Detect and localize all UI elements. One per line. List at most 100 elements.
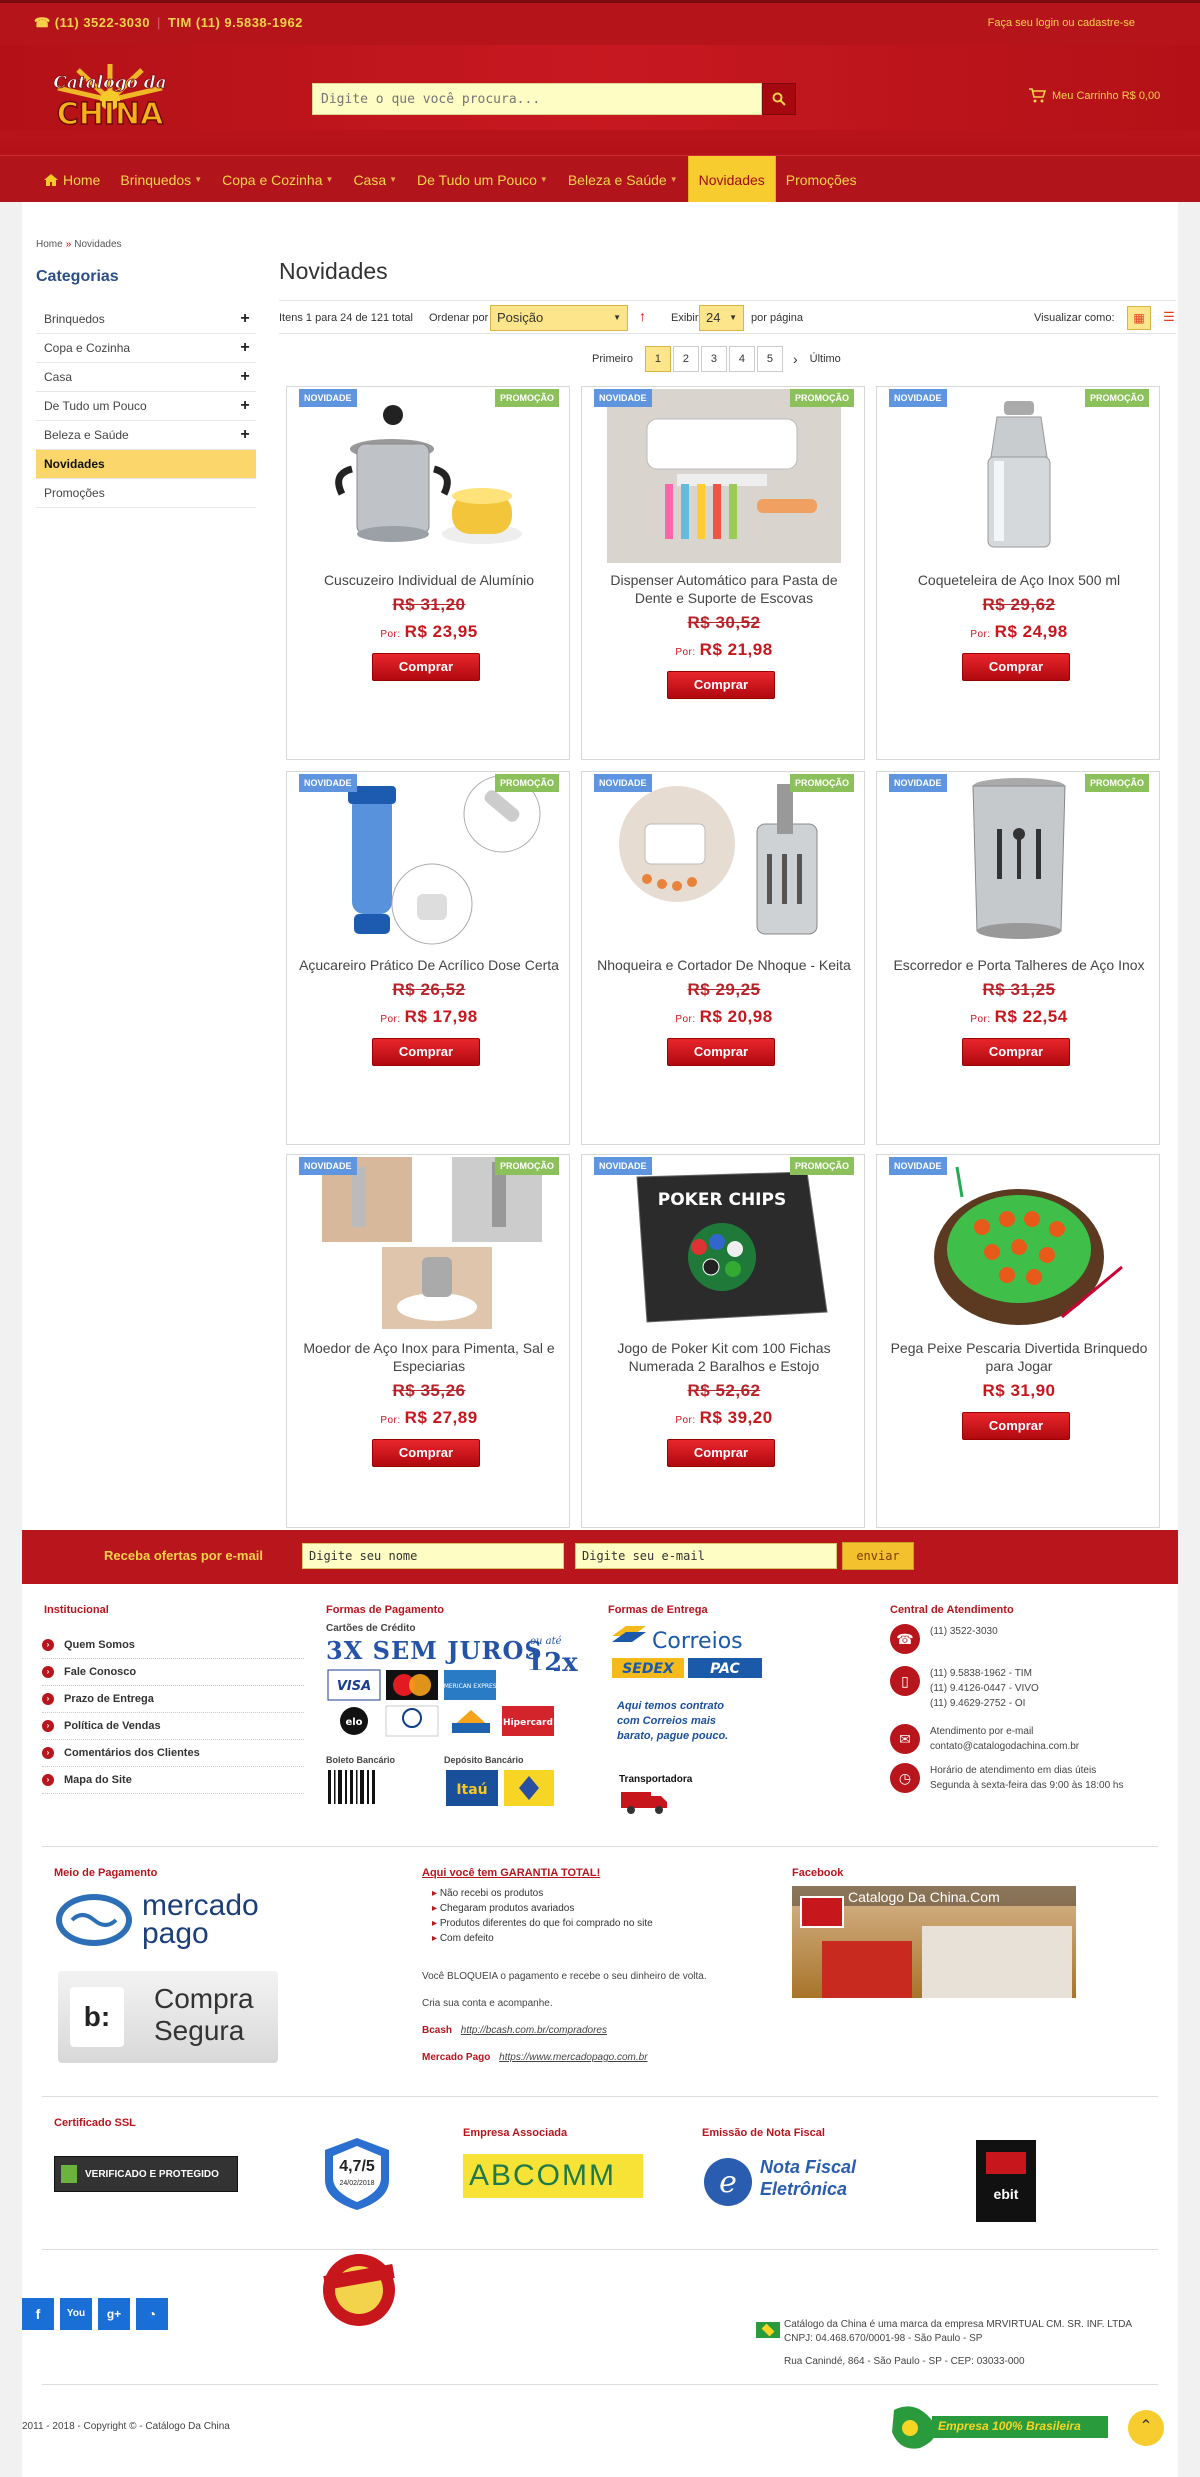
product-card[interactable]: NOVIDADE PROMOÇÃO Nhoqueira e Cortador D… bbox=[581, 771, 865, 1145]
product-name[interactable]: Coqueteleira de Aço Inox 500 ml bbox=[887, 571, 1151, 589]
sidebar-item-brinquedos[interactable]: Brinquedos + bbox=[36, 305, 256, 334]
product-card[interactable]: NOVIDADE PROMOÇÃO Dispenser Automático p… bbox=[581, 386, 865, 760]
product-name[interactable]: Moedor de Aço Inox para Pimenta, Sal e E… bbox=[297, 1339, 561, 1375]
ssl-badge[interactable]: VERIFICADO E PROTEGIDO bbox=[54, 2156, 238, 2192]
newsletter-name-input[interactable]: Digite seu nome bbox=[302, 1543, 564, 1569]
pager-first[interactable]: Primeiro bbox=[592, 353, 633, 365]
nav-copa-cozinha[interactable]: Copa e Cozinha ▼ bbox=[212, 156, 343, 203]
breadcrumb-home[interactable]: Home bbox=[36, 239, 63, 250]
nav-de-tudo[interactable]: De Tudo um Pouco ▼ bbox=[407, 156, 558, 203]
sidebar-item-promocoes[interactable]: Promoções bbox=[36, 479, 256, 508]
sidebar-item-copa[interactable]: Copa e Cozinha + bbox=[36, 334, 256, 363]
product-name[interactable]: Jogo de Poker Kit com 100 Fichas Numerad… bbox=[592, 1339, 856, 1375]
sidebar-item-casa[interactable]: Casa + bbox=[36, 363, 256, 392]
footer-link[interactable]: › Prazo de Entrega bbox=[42, 1686, 304, 1713]
pager-page[interactable]: 1 bbox=[644, 346, 671, 372]
loja-confiavel-badge[interactable]: 4,7/5 24/02/2018 bbox=[320, 2136, 394, 2212]
sort-direction-icon[interactable]: ↑ bbox=[639, 308, 646, 324]
buy-button[interactable]: Comprar bbox=[372, 1038, 480, 1066]
mercadopago-logo[interactable]: mercado pago bbox=[54, 1890, 278, 1950]
pager-next-icon[interactable]: › bbox=[793, 351, 798, 367]
facebook-widget[interactable]: Catalogo Da China.Com bbox=[792, 1886, 1076, 1998]
product-card[interactable]: NOVIDADE PROMOÇÃO Açucareiro Prático De … bbox=[286, 771, 570, 1145]
nfe-logo[interactable]: e Nota Fiscal Eletrônica bbox=[702, 2150, 886, 2208]
product-image[interactable] bbox=[607, 389, 841, 563]
product-card[interactable]: NOVIDADE PROMOÇÃO Moedor de Aço Inox par… bbox=[286, 1154, 570, 1528]
cart-link[interactable]: Meu Carrinho R$ 0,00 bbox=[1028, 88, 1160, 103]
product-image[interactable] bbox=[902, 389, 1136, 563]
product-image[interactable] bbox=[902, 774, 1136, 948]
buy-button[interactable]: Comprar bbox=[667, 1038, 775, 1066]
footer-link[interactable]: › Fale Conosco bbox=[42, 1659, 304, 1686]
product-name[interactable]: Dispenser Automático para Pasta de Dente… bbox=[592, 571, 856, 607]
buy-button[interactable]: Comprar bbox=[667, 671, 775, 699]
compra-segura-logo[interactable]: b: Compra Segura bbox=[58, 1971, 278, 2063]
product-name[interactable]: Açucareiro Prático De Acrílico Dose Cert… bbox=[297, 956, 561, 974]
buy-button[interactable]: Comprar bbox=[667, 1439, 775, 1467]
list-view-icon[interactable]: ☰ bbox=[1157, 306, 1181, 330]
sidebar-item-beleza[interactable]: Beleza e Saúde + bbox=[36, 421, 256, 450]
mp-link[interactable]: https://www.mercadopago.com.br bbox=[499, 2052, 647, 2063]
help-email[interactable]: contato@catalogodachina.com.br bbox=[930, 1739, 1079, 1754]
youtube-icon[interactable]: You bbox=[60, 2298, 92, 2330]
pager-page[interactable]: 5 bbox=[756, 346, 783, 372]
product-name[interactable]: Pega Peixe Pescaria Divertida Brinquedo … bbox=[887, 1339, 1151, 1375]
nav-brinquedos[interactable]: Brinquedos ▼ bbox=[110, 156, 212, 203]
pager-page[interactable]: 3 bbox=[700, 346, 727, 372]
plus-icon[interactable]: + bbox=[234, 368, 256, 386]
buy-button[interactable]: Comprar bbox=[962, 1038, 1070, 1066]
footer-link[interactable]: › Mapa do Site bbox=[42, 1767, 304, 1794]
footer-link[interactable]: › Política de Vendas bbox=[42, 1713, 304, 1740]
abcomm-logo[interactable]: ABCOMM bbox=[463, 2154, 643, 2198]
product-card[interactable]: POKER CHIPS NOVIDADE PROMOÇÃO Jogo de Po… bbox=[581, 1154, 865, 1528]
search-button[interactable] bbox=[762, 83, 796, 115]
nav-novidades[interactable]: Novidades bbox=[687, 156, 776, 203]
buy-button[interactable]: Comprar bbox=[372, 1439, 480, 1467]
sidebar-item-novidades[interactable]: Novidades bbox=[36, 450, 256, 479]
facebook-icon[interactable]: f bbox=[22, 2298, 54, 2330]
limit-select[interactable]: 24 ▼ bbox=[699, 305, 744, 331]
product-image[interactable] bbox=[607, 774, 841, 948]
order-select[interactable]: Posição ▼ bbox=[490, 305, 628, 331]
nav-promocoes[interactable]: Promoções bbox=[776, 156, 867, 203]
product-card[interactable]: NOVIDADE PROMOÇÃO Cuscuzeiro Individual … bbox=[286, 386, 570, 760]
rss-icon[interactable]: ◔ bbox=[136, 2298, 168, 2330]
product-image[interactable] bbox=[312, 774, 546, 948]
nav-beleza[interactable]: Beleza e Saúde ▼ bbox=[558, 156, 688, 203]
search-box[interactable] bbox=[312, 83, 762, 115]
product-image[interactable] bbox=[312, 389, 546, 563]
bcash-link[interactable]: http://bcash.com.br/compradores bbox=[461, 2025, 607, 2036]
footer-link[interactable]: › Comentários dos Clientes bbox=[42, 1740, 304, 1767]
grid-view-icon[interactable]: ▦ bbox=[1127, 306, 1151, 330]
newsletter-email-input[interactable]: Digite seu e-mail bbox=[575, 1543, 837, 1569]
ebit-badge[interactable]: ebit bbox=[976, 2140, 1036, 2222]
buy-button[interactable]: Comprar bbox=[372, 653, 480, 681]
product-image[interactable]: POKER CHIPS bbox=[607, 1157, 841, 1331]
search-input[interactable] bbox=[313, 84, 761, 114]
buy-button[interactable]: Comprar bbox=[962, 1412, 1070, 1440]
product-image[interactable] bbox=[902, 1157, 1136, 1331]
footer-link[interactable]: › Quem Somos bbox=[42, 1632, 304, 1659]
google-plus-icon[interactable]: g+ bbox=[98, 2298, 130, 2330]
product-card[interactable]: NOVIDADE Pega Peixe Pescaria Divertida B… bbox=[876, 1154, 1160, 1528]
plus-icon[interactable]: + bbox=[234, 310, 256, 328]
pager-page[interactable]: 2 bbox=[672, 346, 699, 372]
product-name[interactable]: Escorredor e Porta Talheres de Aço Inox bbox=[887, 956, 1151, 974]
newsletter-submit-button[interactable]: enviar bbox=[842, 1542, 914, 1570]
login-link[interactable]: Faça seu login ou cadastre-se bbox=[988, 17, 1135, 29]
product-name[interactable]: Nhoqueira e Cortador De Nhoque - Keita bbox=[592, 956, 856, 974]
nav-casa[interactable]: Casa ▼ bbox=[343, 156, 407, 203]
site-logo[interactable]: Catalogo da CHINA bbox=[38, 60, 183, 132]
plus-icon[interactable]: + bbox=[234, 397, 256, 415]
pager-last[interactable]: Último bbox=[810, 353, 841, 365]
sidebar-item-de-tudo[interactable]: De Tudo um Pouco + bbox=[36, 392, 256, 421]
plus-icon[interactable]: + bbox=[234, 339, 256, 357]
product-card[interactable]: NOVIDADE PROMOÇÃO Coqueteleira de Aço In… bbox=[876, 386, 1160, 760]
pager-page[interactable]: 4 bbox=[728, 346, 755, 372]
product-image[interactable] bbox=[312, 1157, 546, 1331]
nav-home[interactable]: Home bbox=[34, 156, 110, 203]
plus-icon[interactable]: + bbox=[234, 426, 256, 444]
product-card[interactable]: NOVIDADE PROMOÇÃO Escorredor e Porta Tal… bbox=[876, 771, 1160, 1145]
product-name[interactable]: Cuscuzeiro Individual de Alumínio bbox=[297, 571, 561, 589]
buy-button[interactable]: Comprar bbox=[962, 653, 1070, 681]
